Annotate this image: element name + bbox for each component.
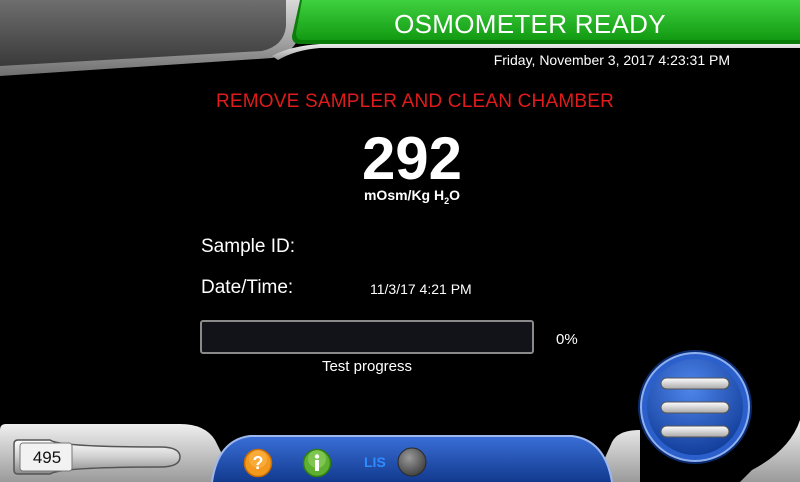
svg-text:?: ?	[253, 453, 264, 473]
question-icon: ?	[243, 448, 273, 478]
main-menu-button[interactable]	[636, 348, 754, 466]
info-icon	[302, 448, 332, 478]
warning-message: REMOVE SAMPLER AND CLEAN CHAMBER	[215, 91, 615, 112]
status-title: OSMOMETER READY	[394, 9, 666, 39]
datetime-label: Date/Time:	[201, 277, 294, 298]
hamburger-menu-icon	[638, 350, 752, 464]
lis-label: LIS	[364, 454, 386, 470]
help-button[interactable]: ?	[243, 448, 273, 478]
osmometer-screen: OSMOMETER READY Friday, November 3, 2017…	[0, 0, 800, 482]
current-datetime: Friday, November 3, 2017 4:23:31 PM	[493, 52, 730, 68]
datetime-value: 11/3/17 4:21 PM	[370, 281, 472, 297]
osmolality-result: 292	[361, 125, 463, 192]
test-progress-bar	[200, 320, 534, 354]
status-indicator-icon	[397, 447, 427, 477]
progress-caption: Test progress	[321, 358, 413, 375]
result-unit-main: mOsm/Kg H	[363, 187, 445, 203]
progress-percent: 0%	[556, 331, 578, 348]
sample-id-label: Sample ID:	[201, 236, 295, 257]
result-unit: mOsm/Kg H2O	[312, 187, 512, 206]
result-unit-tail: O	[449, 187, 461, 203]
sample-counter: 495	[32, 448, 62, 467]
info-button[interactable]	[302, 448, 332, 478]
lis-button[interactable]: LIS	[362, 446, 432, 478]
